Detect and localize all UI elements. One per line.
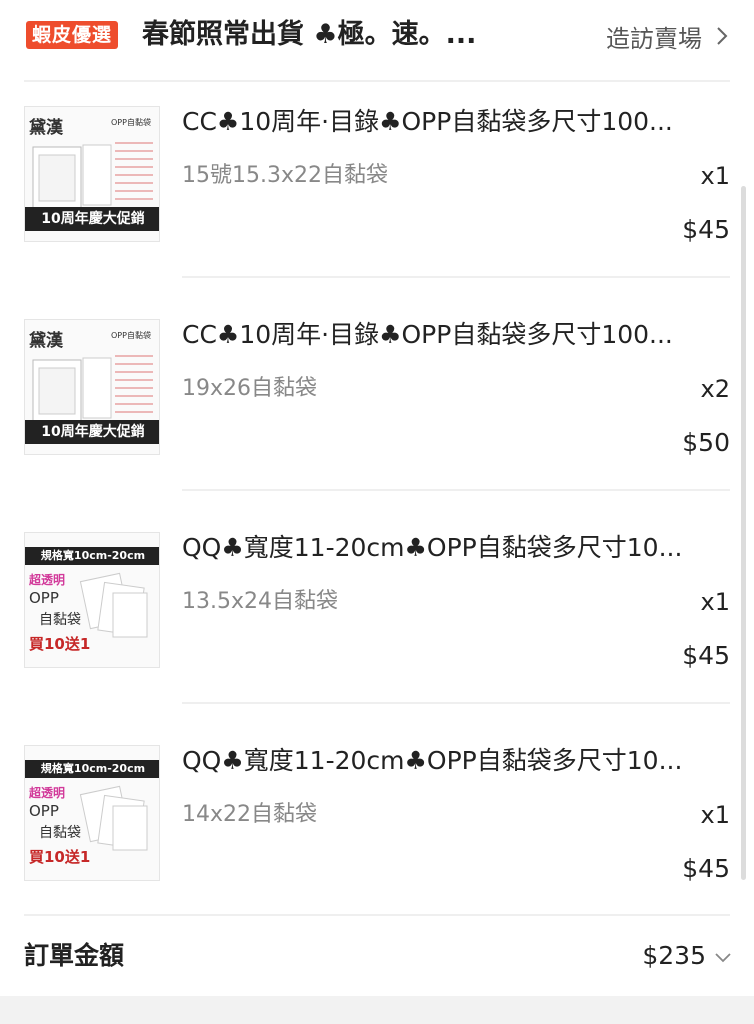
divider <box>182 276 730 278</box>
svg-text:黛漢: 黛漢 <box>29 117 64 138</box>
product-thumbnail[interactable]: 規格寬10cm-20cm 超透明 OPP 自黏袋 買10送1 <box>24 532 160 668</box>
product-quantity: x1 <box>700 588 730 616</box>
product-thumbnail[interactable]: 規格寬10cm-20cm 超透明 OPP 自黏袋 買10送1 <box>24 745 160 881</box>
order-total-value: $235 <box>642 941 706 970</box>
product-thumbnail[interactable]: 黛漢 OPP自黏袋 10周年慶大促銷 <box>24 319 160 455</box>
product-price: $50 <box>682 428 730 457</box>
visit-shop-label: 造訪賣場 <box>606 24 702 53</box>
product-price: $45 <box>682 641 730 670</box>
order-total-label: 訂單金額 <box>24 941 125 970</box>
thumbnail-banner: 10周年慶大促銷 <box>25 207 159 231</box>
order-item[interactable]: 規格寬10cm-20cm 超透明 OPP 自黏袋 買10送1 QQ♣寬度11-2… <box>0 721 754 933</box>
order-item[interactable]: 規格寬10cm-20cm 超透明 OPP 自黏袋 買10送1 QQ♣寬度11-2… <box>0 508 754 720</box>
product-title[interactable]: QQ♣寬度11-20cm♣OPP自黏袋多尺寸10... <box>182 743 727 779</box>
thumbnail-text: 自黏袋 <box>39 612 81 628</box>
product-price: $45 <box>682 854 730 883</box>
visit-shop-link[interactable]: 造訪賣場 <box>606 18 732 54</box>
order-item[interactable]: 黛漢 OPP自黏袋 10周年慶大促銷 CC♣10周年·目錄♣OPP自黏袋多尺寸1… <box>0 82 754 294</box>
preferred-badge: 蝦皮優選 <box>26 21 119 49</box>
thumbnail-text: 超透明 <box>29 786 66 800</box>
product-quantity: x1 <box>700 162 730 190</box>
product-quantity: x2 <box>700 375 730 403</box>
shop-header: 蝦皮優選 春節照常出貨 ♣極。速。... 造訪賣場 <box>0 0 754 80</box>
scrollbar[interactable] <box>741 186 746 880</box>
thumbnail-text: OPP <box>29 589 59 607</box>
order-item[interactable]: 黛漢 OPP自黏袋 10周年慶大促銷 CC♣10周年·目錄♣OPP自黏袋多尺寸1… <box>0 295 754 507</box>
product-variant: 15號15.3x22自黏袋 <box>182 163 388 188</box>
shop-name[interactable]: 春節照常出貨 ♣極。速。... <box>142 16 532 54</box>
thumbnail-text: 買10送1 <box>29 848 91 866</box>
order-total-row[interactable]: 訂單金額 $235 <box>0 916 754 996</box>
product-thumbnail[interactable]: 黛漢 OPP自黏袋 10周年慶大促銷 <box>24 106 160 242</box>
product-variant: 19x26自黏袋 <box>182 376 318 401</box>
product-quantity: x1 <box>700 801 730 829</box>
product-variant: 14x22自黏袋 <box>182 802 318 827</box>
svg-text:黛漢: 黛漢 <box>29 330 64 351</box>
chevron-right-icon <box>717 27 728 45</box>
chevron-down-icon[interactable] <box>714 948 732 966</box>
product-title[interactable]: CC♣10周年·目錄♣OPP自黏袋多尺寸100... <box>182 317 727 353</box>
product-title[interactable]: CC♣10周年·目錄♣OPP自黏袋多尺寸100... <box>182 104 727 140</box>
product-price: $45 <box>682 215 730 244</box>
section-separator <box>0 996 754 1024</box>
thumbnail-text: 自黏袋 <box>39 825 81 841</box>
divider <box>182 489 730 491</box>
thumbnail-text: 買10送1 <box>29 635 91 653</box>
svg-text:OPP自黏袋: OPP自黏袋 <box>111 330 151 340</box>
divider <box>182 702 730 704</box>
product-variant: 13.5x24自黏袋 <box>182 589 338 614</box>
product-title[interactable]: QQ♣寬度11-20cm♣OPP自黏袋多尺寸10... <box>182 530 727 566</box>
thumbnail-text: OPP <box>29 802 59 820</box>
thumbnail-text: 超透明 <box>29 573 66 587</box>
thumbnail-banner: 10周年慶大促銷 <box>25 420 159 444</box>
svg-text:OPP自黏袋: OPP自黏袋 <box>111 117 151 127</box>
